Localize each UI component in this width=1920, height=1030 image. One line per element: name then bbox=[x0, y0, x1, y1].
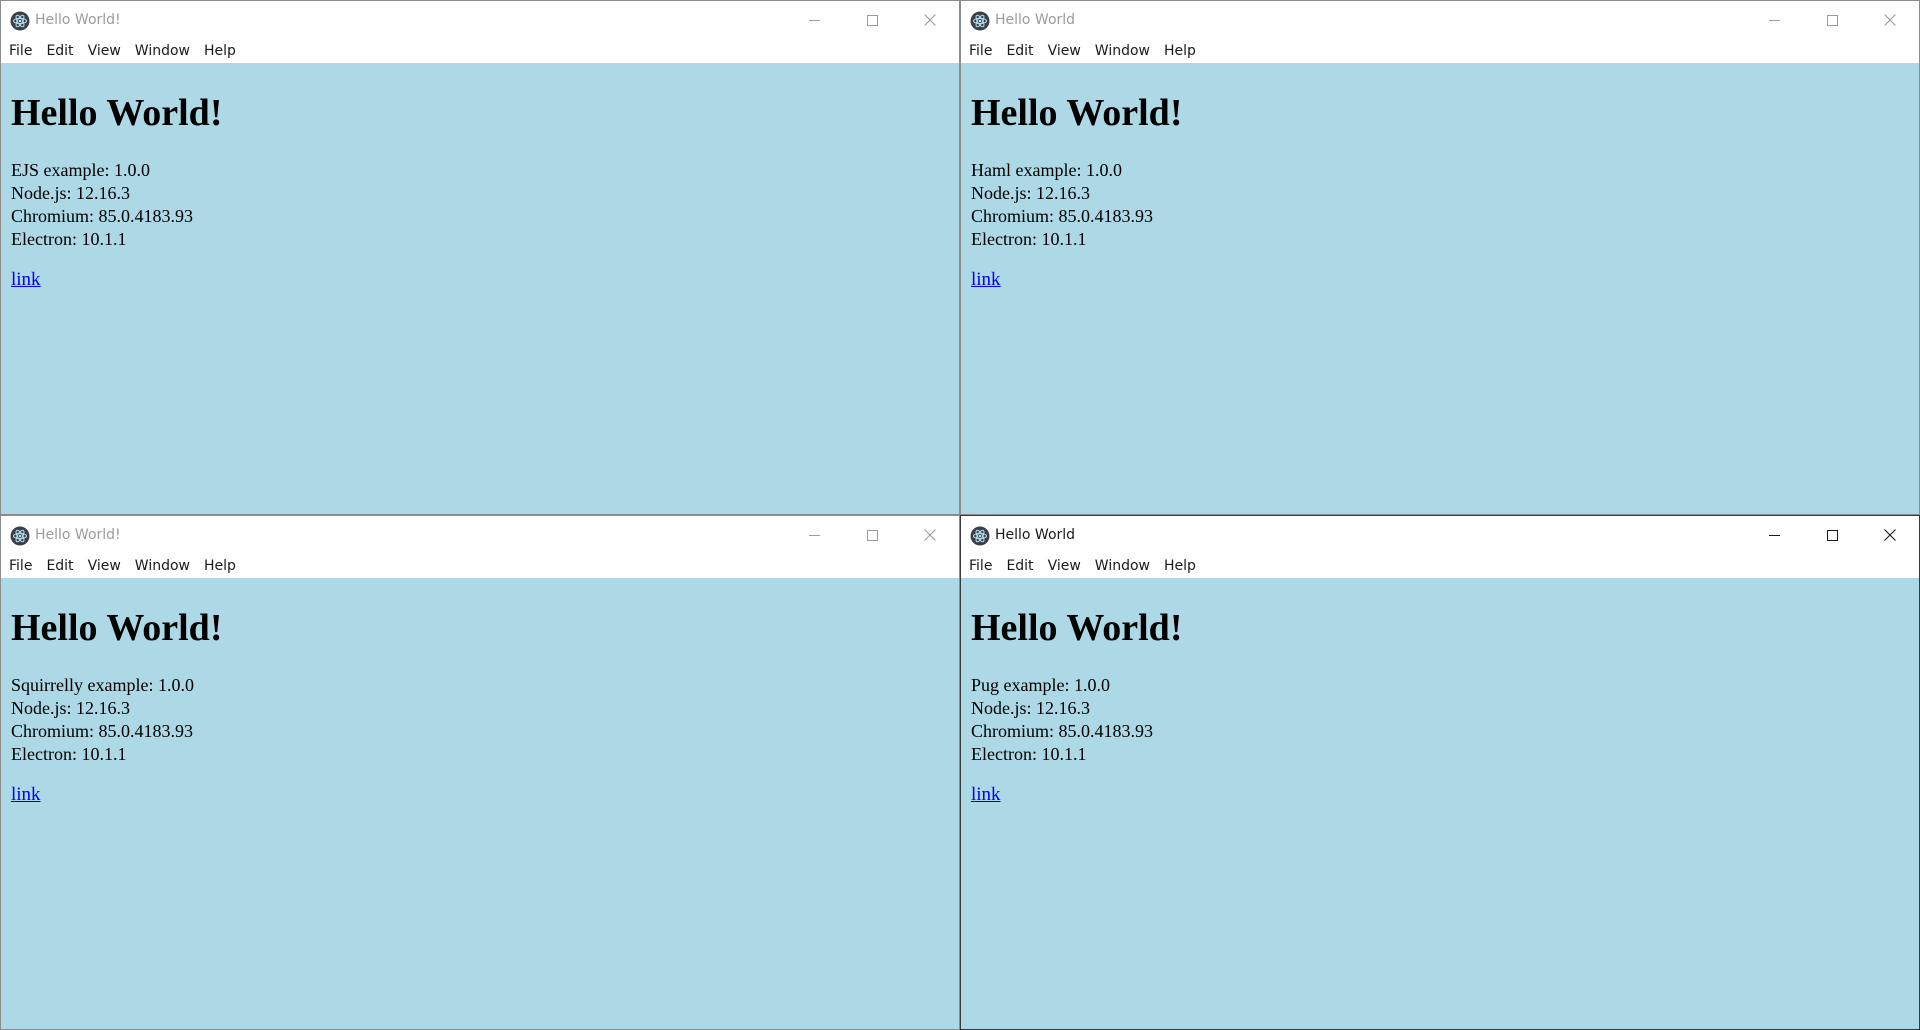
menu-item-edit[interactable]: Edit bbox=[999, 39, 1040, 63]
menu-item-help[interactable]: Help bbox=[1157, 554, 1203, 578]
maximize-button[interactable] bbox=[843, 516, 901, 554]
menu-item-window[interactable]: Window bbox=[1088, 554, 1157, 578]
title-bar[interactable]: Hello World! bbox=[1, 516, 959, 554]
page-heading: Hello World! bbox=[971, 607, 1183, 649]
menu-item-edit[interactable]: Edit bbox=[39, 39, 80, 63]
minimize-button[interactable] bbox=[785, 1, 843, 39]
info-line: Electron: 10.1.1 bbox=[11, 229, 127, 249]
menu-item-view[interactable]: View bbox=[81, 39, 128, 63]
menu-item-window[interactable]: Window bbox=[1088, 39, 1157, 63]
info-line: Squirrelly example: 1.0.0 bbox=[11, 675, 194, 695]
menu-item-file[interactable]: File bbox=[962, 554, 999, 578]
page-content: Hello World! Squirrelly example: 1.0.0 No… bbox=[1, 578, 959, 1029]
menu-bar: File Edit View Window Help bbox=[1, 554, 959, 578]
menu-item-file[interactable]: File bbox=[2, 39, 39, 63]
menu-item-window[interactable]: Window bbox=[128, 554, 197, 578]
electron-app-icon bbox=[10, 526, 30, 546]
close-icon bbox=[924, 14, 936, 26]
close-button[interactable] bbox=[1861, 516, 1919, 554]
page-heading: Hello World! bbox=[971, 92, 1183, 134]
info-line: Chromium: 85.0.4183.93 bbox=[971, 721, 1154, 741]
minimize-icon bbox=[1768, 19, 1780, 21]
maximize-icon bbox=[1826, 14, 1838, 26]
info-line: Chromium: 85.0.4183.93 bbox=[971, 206, 1154, 226]
info-line: Chromium: 85.0.4183.93 bbox=[11, 206, 194, 226]
info-line: Electron: 10.1.1 bbox=[971, 744, 1087, 764]
close-button[interactable] bbox=[901, 516, 959, 554]
info-line: Node.js: 12.16.3 bbox=[11, 183, 130, 203]
close-icon bbox=[1884, 14, 1896, 26]
close-button[interactable] bbox=[1861, 1, 1919, 39]
info-line: Pug example: 1.0.0 bbox=[971, 675, 1110, 695]
title-bar[interactable]: Hello World! bbox=[1, 1, 959, 39]
page-content: Hello World! EJS example: 1.0.0 Node.js: … bbox=[1, 63, 959, 514]
menu-item-view[interactable]: View bbox=[1041, 39, 1088, 63]
minimize-button[interactable] bbox=[1745, 1, 1803, 39]
version-info: Haml example: 1.0.0 Node.js: 12.16.3 Chrom… bbox=[971, 159, 1919, 251]
info-line: Electron: 10.1.1 bbox=[11, 744, 127, 764]
minimize-button[interactable] bbox=[785, 516, 843, 554]
title-bar[interactable]: Hello World bbox=[961, 516, 1919, 554]
menu-item-help[interactable]: Help bbox=[197, 39, 243, 63]
menu-item-help[interactable]: Help bbox=[197, 554, 243, 578]
window-title: Hello World! bbox=[35, 527, 121, 543]
page-heading: Hello World! bbox=[11, 607, 223, 649]
maximize-icon bbox=[866, 529, 878, 541]
version-info: Squirrelly example: 1.0.0 Node.js: 12.16.… bbox=[11, 674, 959, 766]
maximize-button[interactable] bbox=[1803, 516, 1861, 554]
menu-item-file[interactable]: File bbox=[962, 39, 999, 63]
electron-app-icon bbox=[970, 11, 990, 31]
menu-item-edit[interactable]: Edit bbox=[999, 554, 1040, 578]
info-line: Chromium: 85.0.4183.93 bbox=[11, 721, 194, 741]
info-line: EJS example: 1.0.0 bbox=[11, 160, 150, 180]
version-info: EJS example: 1.0.0 Node.js: 12.16.3 Chromi… bbox=[11, 159, 959, 251]
page-content: Hello World! Haml example: 1.0.0 Node.js:… bbox=[961, 63, 1919, 514]
window-title: Hello World bbox=[995, 12, 1076, 28]
menu-bar: File Edit View Window Help bbox=[961, 39, 1919, 63]
page-link[interactable]: link bbox=[971, 269, 1001, 291]
maximize-icon bbox=[866, 14, 878, 26]
page-link[interactable]: link bbox=[11, 784, 41, 806]
menu-item-file[interactable]: File bbox=[2, 554, 39, 578]
menu-item-view[interactable]: View bbox=[1041, 554, 1088, 578]
window-title: Hello World! bbox=[35, 12, 121, 28]
menu-item-window[interactable]: Window bbox=[128, 39, 197, 63]
info-line: Node.js: 12.16.3 bbox=[971, 183, 1090, 203]
maximize-button[interactable] bbox=[843, 1, 901, 39]
menu-bar: File Edit View Window Help bbox=[1, 39, 959, 63]
electron-app-icon bbox=[970, 526, 990, 546]
close-icon bbox=[924, 529, 936, 541]
maximize-button[interactable] bbox=[1803, 1, 1861, 39]
page-content: Hello World! Pug example: 1.0.0 Node.js: … bbox=[961, 578, 1919, 1029]
electron-app-icon bbox=[10, 11, 30, 31]
app-window-2[interactable]: Hello World File Edit View Window Help Hello bbox=[960, 0, 1920, 515]
app-window-4[interactable]: Hello World File Edit View Window Help Hello bbox=[960, 515, 1920, 1030]
close-icon bbox=[1884, 529, 1896, 541]
menu-item-help[interactable]: Help bbox=[1157, 39, 1203, 63]
page-heading: Hello World! bbox=[11, 92, 223, 134]
minimize-icon bbox=[808, 534, 820, 536]
menu-item-view[interactable]: View bbox=[81, 554, 128, 578]
info-line: Node.js: 12.16.3 bbox=[971, 698, 1090, 718]
menu-item-edit[interactable]: Edit bbox=[39, 554, 80, 578]
app-window-1[interactable]: Hello World! File Edit View Window Help Hell bbox=[0, 0, 960, 515]
info-line: Node.js: 12.16.3 bbox=[11, 698, 130, 718]
maximize-icon bbox=[1826, 529, 1838, 541]
info-line: Haml example: 1.0.0 bbox=[971, 160, 1122, 180]
version-info: Pug example: 1.0.0 Node.js: 12.16.3 Chromi… bbox=[971, 674, 1919, 766]
close-button[interactable] bbox=[901, 1, 959, 39]
page-link[interactable]: link bbox=[11, 269, 41, 291]
minimize-icon bbox=[808, 19, 820, 21]
minimize-icon bbox=[1768, 534, 1780, 536]
title-bar[interactable]: Hello World bbox=[961, 1, 1919, 39]
window-title: Hello World bbox=[995, 527, 1076, 543]
info-line: Electron: 10.1.1 bbox=[971, 229, 1087, 249]
page-link[interactable]: link bbox=[971, 784, 1001, 806]
minimize-button[interactable] bbox=[1745, 516, 1803, 554]
menu-bar: File Edit View Window Help bbox=[961, 554, 1919, 578]
desktop: Hello World! File Edit View Window Help Hell bbox=[0, 0, 1920, 1030]
app-window-3[interactable]: Hello World! File Edit View Window Help Hell bbox=[0, 515, 960, 1030]
